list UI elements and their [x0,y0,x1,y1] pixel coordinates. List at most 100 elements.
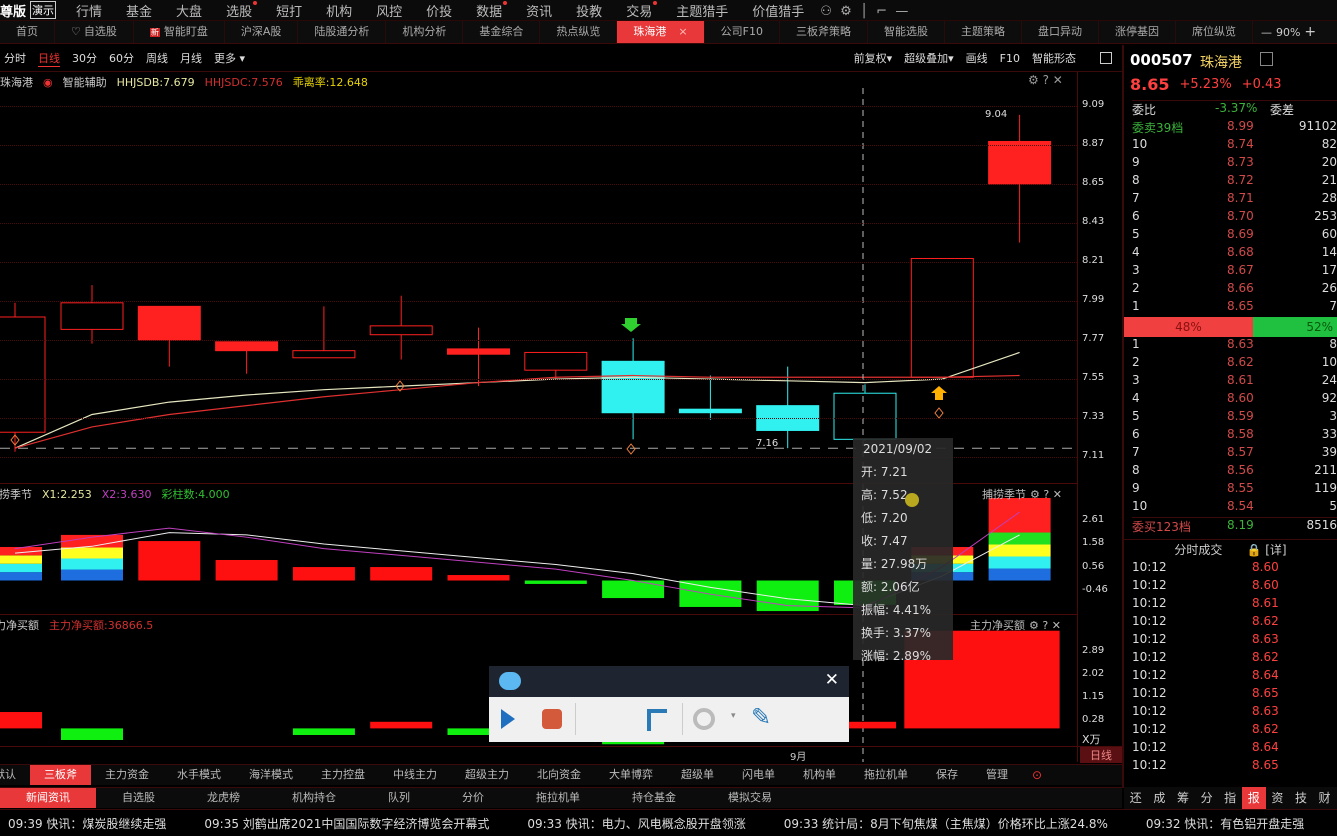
orderbook-row[interactable]: 3 8.61 24 [1132,373,1337,391]
orderbook-row[interactable]: 4 8.60 92 [1132,391,1337,409]
tab-item[interactable]: 首页 [0,21,55,43]
webcam-icon[interactable] [693,708,715,730]
strategy-tab[interactable]: 三板斧 [30,765,91,785]
info-tab[interactable]: 龙虎榜 [181,788,266,808]
strategy-tab[interactable]: 海洋模式 [235,765,307,785]
strategy-tab[interactable]: 水手模式 [163,765,235,785]
period-tab[interactable]: 60分 [109,50,134,66]
info-tab[interactable]: 机构持仓 [266,788,362,808]
candle-body[interactable] [524,351,588,371]
menu-item[interactable]: 数据 [476,0,508,20]
side-tab[interactable]: 资 [1266,787,1290,809]
orderbook-row[interactable]: 1 8.63 8 [1132,337,1337,355]
orderbook-row[interactable]: 10 8.74 82 [1132,137,1337,155]
candle-body[interactable] [601,360,665,414]
strategy-tab[interactable]: 机构单 [789,765,850,785]
menu-item[interactable]: 选股 [226,0,258,20]
side-tab[interactable]: 指 [1218,787,1242,809]
menu-item[interactable]: 大盘 [176,1,202,20]
window-controls[interactable]: ⚇ ⚙ │ ⌐ — [820,4,908,19]
close-tab-icon[interactable]: × [678,25,687,38]
orderbook-row[interactable]: 8 8.56 211 [1132,463,1337,481]
close-icon[interactable]: ✕ [825,670,839,690]
period-tab[interactable]: 更多 ▾ [214,50,245,66]
more-icon[interactable]: ⊙ [1032,768,1042,782]
side-tab[interactable]: 技 [1289,787,1313,809]
zoom-out-icon[interactable]: — [1261,26,1272,39]
tab-item[interactable]: ♡ 自选股 [55,21,134,43]
strategy-tab[interactable]: 中线主力 [379,765,451,785]
side-tab[interactable]: 分 [1195,787,1219,809]
orderbook-row[interactable]: 4 8.68 14 [1132,245,1337,263]
candle-body[interactable] [833,392,897,440]
dropdown-icon[interactable]: ▾ [731,711,736,721]
candle-body[interactable] [292,350,356,359]
tab-item[interactable]: 陆股通分析 [298,21,387,43]
menu-item[interactable]: 主题猎手 [676,1,728,20]
orderbook-row[interactable]: 7 8.71 28 [1132,191,1337,209]
orderbook-row[interactable]: 6 8.58 33 [1132,427,1337,445]
side-tab[interactable]: 筹 [1171,787,1195,809]
info-tab[interactable]: 模拟交易 [702,788,798,808]
strategy-tab[interactable]: 管理 [972,765,1022,785]
chart-tool[interactable]: 超级叠加▾ [904,50,954,66]
strategy-tab[interactable]: 主力资金 [91,765,163,785]
play-icon[interactable] [501,709,515,729]
period-tab[interactable]: 30分 [72,50,97,66]
chart-tool[interactable]: 智能形态 [1032,50,1076,66]
menu-item[interactable]: 行情 [76,1,102,20]
menu-item[interactable]: 短打 [276,1,302,20]
candle-body[interactable] [369,325,433,336]
orderbook-row[interactable]: 9 8.55 119 [1132,481,1337,499]
candle-body[interactable] [910,257,974,378]
strategy-tab[interactable]: 默认 [0,765,30,785]
kline-chart[interactable]: 9.04 7.16 [0,72,1122,762]
panel-controls[interactable]: ⚙ ? ✕ [1029,619,1061,632]
candle-body[interactable] [988,140,1052,185]
candle-body[interactable] [137,305,201,341]
tab-item[interactable]: 珠海港 × [617,21,705,43]
info-tab[interactable]: 自选股 [96,788,181,808]
tab-item[interactable]: 盘口异动 [1022,21,1099,43]
side-tab[interactable]: 成 [1148,787,1172,809]
news-item[interactable]: 09:35 刘鹤出席2021中国国际数字经济博览会开幕式 [204,815,489,832]
tab-item[interactable]: 涨停基因 [1099,21,1176,43]
news-item[interactable]: 09:33 快讯：电力、风电概念股开盘领涨 [527,815,745,832]
zoom-in-icon[interactable]: + [1304,24,1316,40]
tab-item[interactable]: 智能选股 [868,21,945,43]
strategy-tab[interactable]: 闪电单 [728,765,789,785]
menu-item[interactable]: 价投 [426,1,452,20]
side-tab[interactable]: 还 [1124,787,1148,809]
candle-body[interactable] [678,408,742,414]
info-tab[interactable]: 分价 [436,788,510,808]
orderbook-row[interactable]: 5 8.69 60 [1132,227,1337,245]
stop-icon[interactable] [542,709,562,729]
tab-item[interactable]: 公司F10 [705,21,780,43]
tab-item[interactable]: 三板斧策略 [780,21,868,43]
news-item[interactable]: 09:33 统计局：8月下旬焦煤（主焦煤）价格环比上涨24.8% [784,815,1108,832]
strategy-tab[interactable]: 超级单 [667,765,728,785]
period-tab[interactable]: 分时 [4,50,26,66]
detail-button[interactable]: 🔒 [详] [1246,541,1286,558]
period-tab[interactable]: 月线 [180,50,202,66]
orderbook-row[interactable]: 3 8.67 17 [1132,263,1337,281]
copy-icon[interactable] [1260,52,1273,66]
orderbook-row[interactable]: 1 8.65 7 [1132,299,1337,317]
panel-controls[interactable]: ⚙ ? ✕ [1030,488,1062,501]
menu-item[interactable]: 交易 [626,0,658,20]
news-item[interactable]: 09:39 快讯：煤炭股继续走强 [8,815,166,832]
tab-item[interactable]: 沪深A股 [225,21,299,43]
orderbook-row[interactable]: 7 8.57 39 [1132,445,1337,463]
tab-item[interactable]: 基金综合 [463,21,541,43]
orderbook-row[interactable]: 8 8.72 21 [1132,173,1337,191]
side-tab[interactable]: 财 [1313,787,1337,809]
tab-item[interactable]: 机构分析 [386,21,464,43]
period-tab[interactable]: 日线 [38,50,60,67]
orderbook-row[interactable]: 6 8.70 253 [1132,209,1337,227]
menu-item[interactable]: 风控 [376,1,402,20]
candle-body[interactable] [60,302,124,330]
news-item[interactable]: 09:32 快讯：有色铝开盘走强 [1146,815,1304,832]
period-tab[interactable]: 周线 [146,50,168,66]
chart-tool[interactable]: F10 [1000,52,1020,65]
orderbook-row[interactable]: 9 8.73 20 [1132,155,1337,173]
